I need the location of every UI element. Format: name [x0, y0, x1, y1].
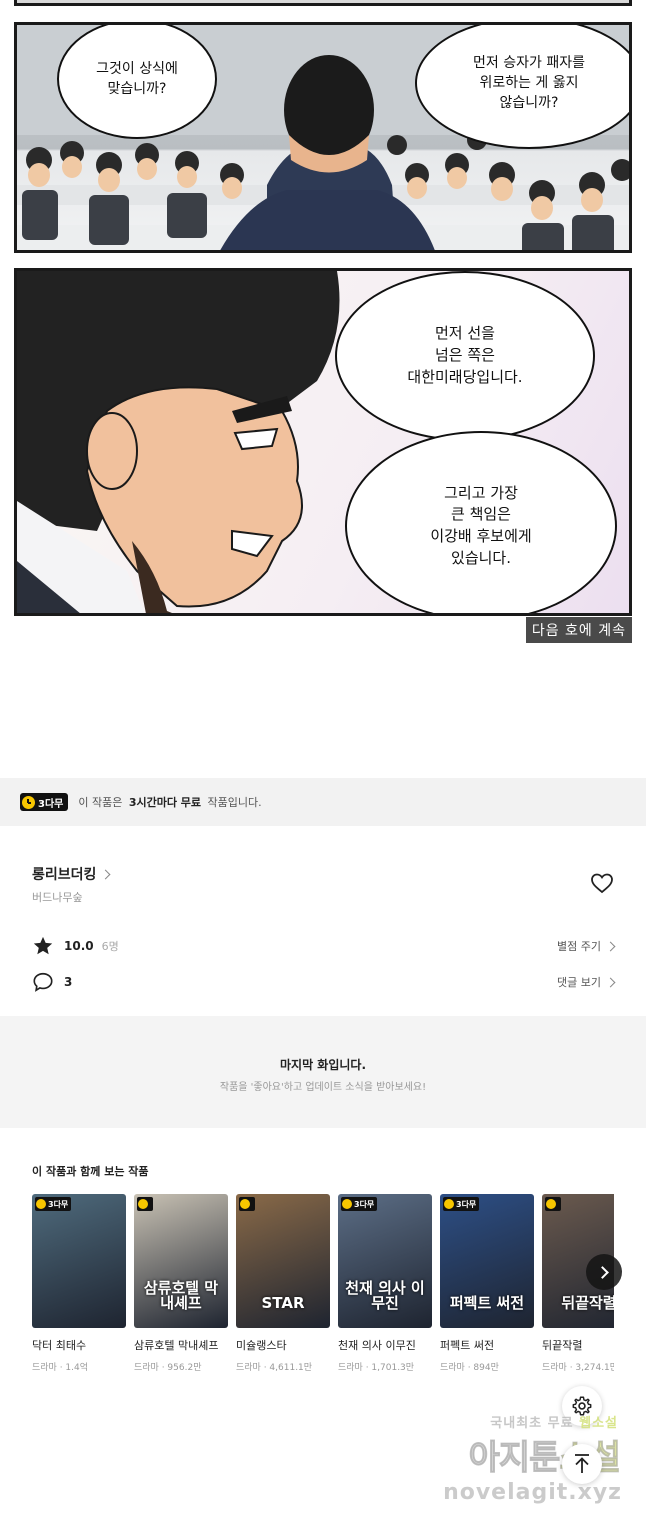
wait-free-badge: 3다무	[341, 1197, 378, 1211]
settings-button[interactable]	[562, 1386, 602, 1426]
clock-icon	[240, 1199, 250, 1209]
recommendation-title: 뒤끝작렬	[542, 1339, 583, 1352]
star-icon	[33, 936, 53, 955]
clock-icon	[444, 1199, 454, 1209]
recommendation-meta: 드라마 · 4,611.1만	[236, 1362, 313, 1373]
free-info-text: 이 작품은 3시간마다 무료 작품입니다.	[78, 794, 261, 810]
recommendations-section: 이 작품과 함께 보는 작품 3다무 닥터 최태수 드라마 · 1.4억 삼류호텔 막…	[0, 1128, 646, 1410]
watermark-url: novelagit.xyz	[443, 1480, 622, 1505]
rating-count: 6명	[101, 940, 119, 953]
recommendation-meta: 드라마 · 1.4억	[32, 1362, 89, 1373]
speech-bubble: 그리고 가장 큰 책임은 이강배 후보에게 있습니다.	[345, 431, 617, 613]
free-info-text-bold: 3시간마다 무료	[128, 796, 202, 809]
series-title-link[interactable]: 롱리브더킹	[32, 864, 111, 884]
chevron-right-icon	[100, 869, 111, 879]
cover-title-art: STAR	[261, 1294, 305, 1313]
recommendation-card[interactable]: 3다무닥터 최태수드라마 · 1.4억	[32, 1194, 126, 1373]
wait-free-badge	[239, 1197, 255, 1211]
recommendation-meta: 드라마 · 956.2만	[134, 1362, 202, 1373]
wait-free-badge: 3다무	[443, 1197, 480, 1211]
view-comments-label: 댓글 보기	[557, 976, 601, 989]
series-info-section: 롱리브더킹 버드나무숲 10.0 6명 별점 주기 3 댓글 보기	[0, 826, 646, 1016]
recommendation-thumbnail: 3다무	[32, 1194, 126, 1328]
clock-icon	[138, 1199, 148, 1209]
wait-free-badge: 3다무	[35, 1197, 72, 1211]
recommendation-card[interactable]: STAR 미슐랭스타드라마 · 4,611.1만	[236, 1194, 330, 1373]
recommendation-title: 닥터 최태수	[32, 1339, 87, 1352]
last-episode-subtitle: 작품을 '좋아요'하고 업데이트 소식을 받아보세요!	[219, 1082, 427, 1093]
comic-viewer: 그것이 상식에 맞습니까? 먼저 승자가 패자를 위로하는 게 옳지 않습니까?…	[0, 0, 646, 650]
free-info-text-end: 작품입니다.	[207, 796, 262, 809]
series-title: 롱리브더킹	[32, 867, 97, 883]
speech-bubble: 그것이 상식에 맞습니까?	[57, 25, 217, 139]
badge-label: 3다무	[354, 1199, 375, 1209]
scroll-top-button[interactable]	[562, 1444, 602, 1484]
free-info-text-start: 이 작품은	[78, 796, 123, 809]
rating-value: 10.0	[64, 939, 94, 953]
speech-text: 먼저 선을 넘은 쪽은 대한미래당입니다.	[407, 324, 523, 386]
carousel-next-button[interactable]	[586, 1254, 622, 1290]
last-episode-notice: 마지막 화입니다. 작품을 '좋아요'하고 업데이트 소식을 받아보세요!	[0, 1016, 646, 1128]
clock-icon	[546, 1199, 556, 1209]
to-be-continued-label: 다음 호에 계속	[525, 617, 632, 643]
wait-free-badge: 3다무	[20, 793, 69, 811]
comments-row: 3 댓글 보기	[32, 970, 616, 994]
recommendation-card[interactable]: 3다무 퍼펙트 써전 퍼펙트 써전 드라마 · 894만	[440, 1194, 534, 1373]
cover-title-art: 뒤끝작렬	[561, 1294, 614, 1313]
last-episode-title: 마지막 화입니다.	[279, 1058, 367, 1072]
speech-bubble: 먼저 선을 넘은 쪽은 대한미래당입니다.	[335, 271, 595, 441]
recommendation-card[interactable]: 삼류호텔 막내셰프 삼류호텔 막내셰프 드라마 · 956.2만	[134, 1194, 228, 1373]
badge-label: 3다무	[456, 1199, 477, 1209]
view-comments-button[interactable]: 댓글 보기	[557, 974, 616, 990]
previous-panel-edge	[14, 0, 632, 6]
recommendation-title: 삼류호텔 막내셰프	[134, 1339, 219, 1352]
clock-icon	[22, 795, 35, 809]
clock-icon	[36, 1199, 46, 1209]
rating-row: 10.0 6명 별점 주기	[32, 934, 616, 958]
heart-icon[interactable]	[590, 872, 614, 894]
comic-panel-press-conference: 그것이 상식에 맞습니까? 먼저 승자가 패자를 위로하는 게 옳지 않습니까?	[14, 22, 632, 253]
watermark-tagline-a: 국내최초 무료	[490, 1416, 574, 1431]
recommendation-thumbnail: 3다무천재 의사 이무진	[338, 1194, 432, 1328]
free-info-bar: 3다무 이 작품은 3시간마다 무료 작품입니다.	[0, 778, 646, 826]
speech-text: 그것이 상식에 맞습니까?	[96, 60, 178, 97]
rate-button[interactable]: 별점 주기	[557, 938, 616, 954]
recommendation-card[interactable]: 3다무 천재 의사 이무진 천재 의사 이무진 드라마 · 1,701.3만	[338, 1194, 432, 1373]
recommendation-title: 미슐랭스타	[236, 1339, 287, 1352]
author-name: 버드나무숲	[32, 891, 83, 904]
recommendations-heading: 이 작품과 함께 보는 작품	[32, 1165, 149, 1178]
comic-panel-closeup: 먼저 선을 넘은 쪽은 대한미래당입니다. 그리고 가장 큰 책임은 이강배 후…	[14, 268, 632, 616]
wait-free-badge	[545, 1197, 561, 1211]
recommendation-thumbnail: 3다무퍼펙트 써전	[440, 1194, 534, 1328]
badge-label: 3다무	[48, 1199, 69, 1209]
recommendation-meta: 드라마 · 1,701.3만	[338, 1362, 415, 1373]
chevron-right-icon	[605, 941, 616, 951]
speech-text: 먼저 승자가 패자를 위로하는 게 옳지 않습니까?	[473, 54, 585, 112]
recommendation-thumbnail: 삼류호텔 막내셰프	[134, 1194, 228, 1328]
chevron-right-icon	[605, 977, 616, 987]
recommendation-thumbnail: STAR	[236, 1194, 330, 1328]
recommendation-title: 퍼펙트 써전	[440, 1339, 495, 1352]
watermark-logo-a: 아지툰	[468, 1438, 561, 1479]
wait-free-badge	[137, 1197, 153, 1211]
recommendation-title: 천재 의사 이무진	[338, 1339, 416, 1352]
rate-button-label: 별점 주기	[557, 940, 601, 953]
speech-text: 그리고 가장 큰 책임은 이강배 후보에게 있습니다.	[430, 483, 532, 567]
recommendation-meta: 드라마 · 894만	[440, 1362, 499, 1373]
arrow-up-icon	[575, 1454, 589, 1473]
cover-title-art: 퍼펙트 써전	[449, 1294, 525, 1313]
speech-bubble-icon	[33, 972, 53, 992]
cover-title-art: 천재 의사 이무진	[345, 1278, 425, 1313]
gear-icon	[572, 1396, 592, 1416]
comment-count: 3	[64, 975, 73, 989]
badge-label: 3다무	[38, 798, 64, 810]
clock-icon	[342, 1199, 352, 1209]
chevron-right-icon	[595, 1265, 609, 1279]
cover-title-art: 삼류호텔 막내셰프	[143, 1278, 219, 1313]
recommendation-meta: 드라마 · 3,274.1만	[542, 1362, 614, 1373]
recommendations-carousel: 3다무 닥터 최태수 드라마 · 1.4억 삼류호텔 막내셰프 삼류호텔 막내셰프 드라마…	[32, 1194, 614, 1404]
